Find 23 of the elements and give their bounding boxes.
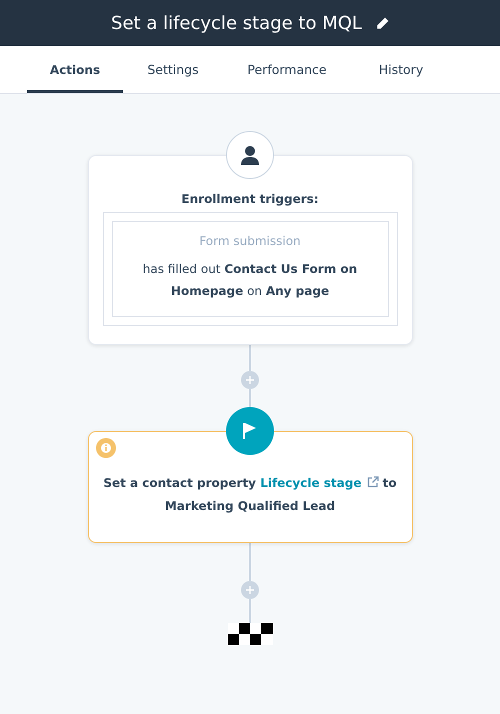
person-icon <box>241 145 259 165</box>
tab[interactable]: Performance <box>223 46 351 93</box>
plus-icon <box>246 376 254 384</box>
trigger-heading: Enrollment triggers: <box>180 192 320 206</box>
action-description: Set a contact property Lifecycle stage to Marketing Qualified Lead <box>102 475 398 515</box>
filter-description: has filled out Contact Us Form on Homepage on Any page <box>142 261 358 300</box>
filter-type: Form submission <box>198 234 302 248</box>
workflow-title: Set a lifecycle stage to MQL <box>111 12 362 34</box>
info-icon[interactable] <box>96 438 116 458</box>
trigger-card[interactable]: Enrollment triggers: Form submission has filled out Contact Us Form on Homepage on Any page <box>88 155 412 345</box>
edit-icon[interactable] <box>376 16 389 30</box>
action-card[interactable]: Set a contact property Lifecycle stage to Marketing Qualified Lead <box>88 431 412 543</box>
tab[interactable]: History <box>351 46 451 93</box>
tab[interactable]: Settings <box>123 46 223 93</box>
plus-icon <box>246 586 254 594</box>
finish-flag-icon <box>228 623 272 645</box>
property-link[interactable]: Lifecycle stage <box>260 476 378 490</box>
tab[interactable]: Actions <box>27 46 123 93</box>
flag-icon <box>243 422 257 440</box>
add-step-button[interactable] <box>241 371 259 389</box>
external-link-icon <box>366 476 378 488</box>
add-step-button[interactable] <box>241 581 259 599</box>
filter-box[interactable]: Form submission has filled out Contact Us Form on Homepage on Any page <box>112 221 388 317</box>
